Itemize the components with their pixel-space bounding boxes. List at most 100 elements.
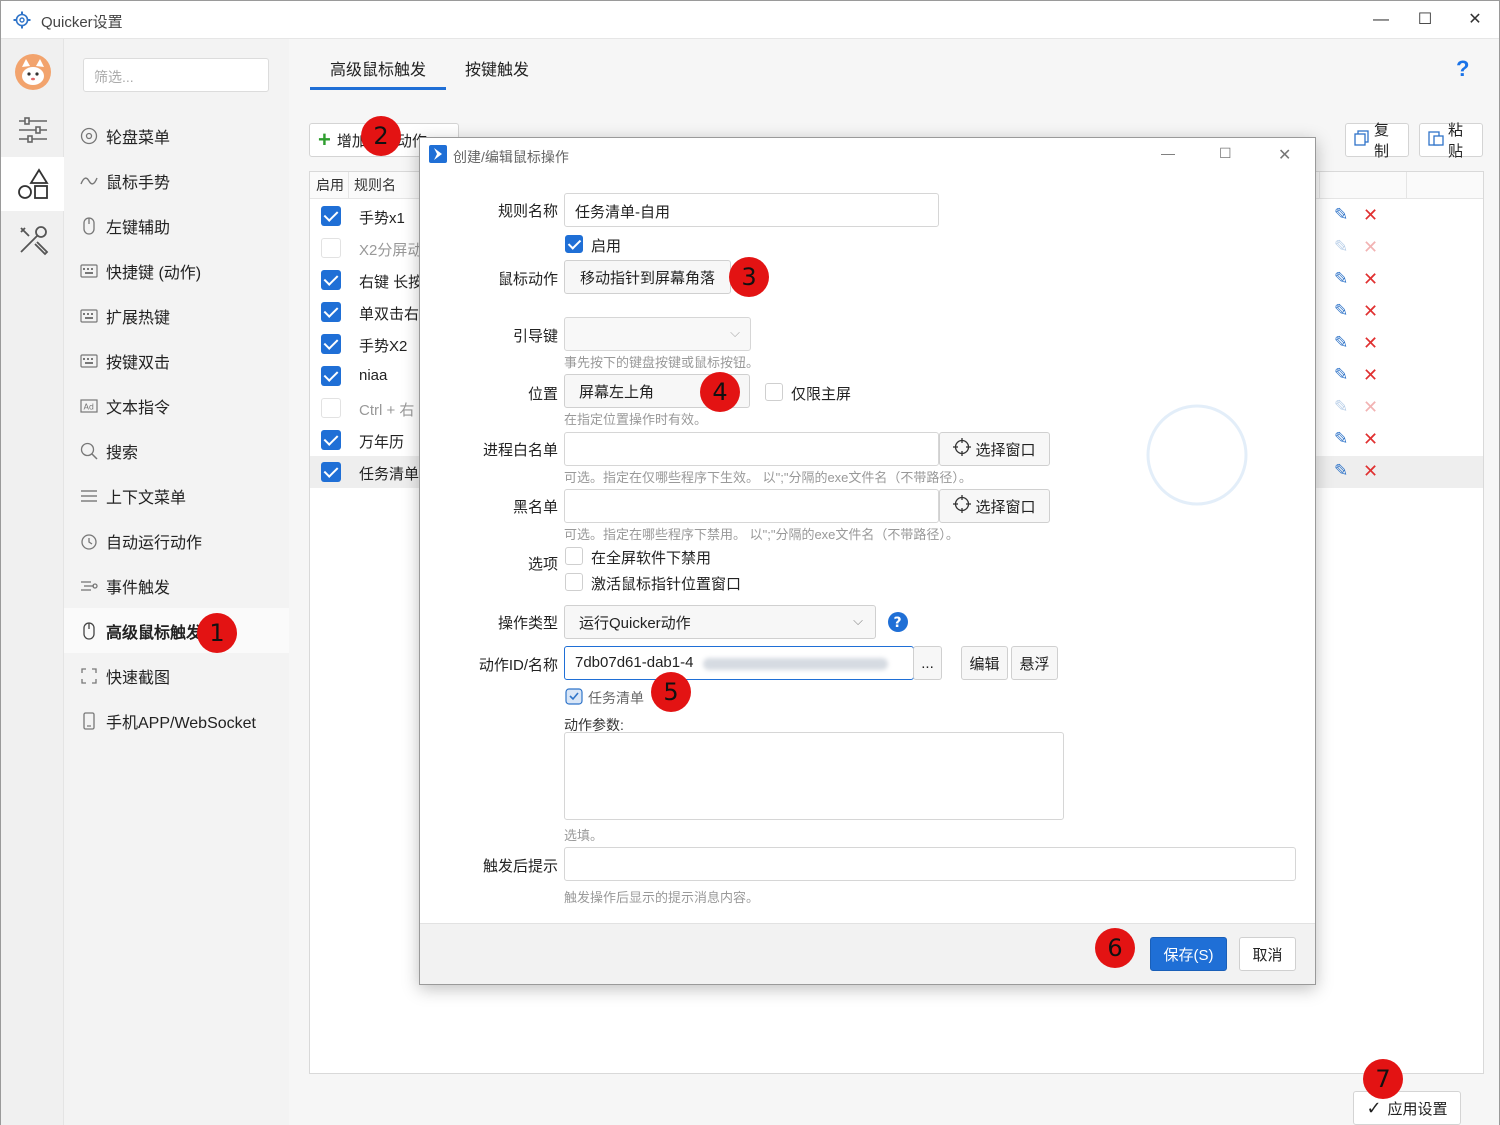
row-rule-name: 任务清单 bbox=[359, 466, 420, 483]
row-enabled-checkbox[interactable] bbox=[321, 430, 341, 450]
row-enabled-checkbox[interactable] bbox=[321, 366, 341, 386]
filter-input[interactable]: 筛选... bbox=[83, 58, 269, 92]
operation-type-label: 操作类型 bbox=[497, 615, 558, 632]
keyboard-icon bbox=[80, 262, 98, 280]
rule-name-field[interactable]: 任务清单-自用 bbox=[564, 193, 939, 227]
nav-item-label: 手机APP/WebSocket bbox=[106, 714, 256, 732]
edit-pencil-icon[interactable]: ✎ bbox=[1334, 461, 1348, 481]
nav-item-wheel-menu[interactable]: 轮盘菜单 bbox=[64, 113, 289, 158]
main-screen-only-checkbox[interactable] bbox=[765, 383, 783, 401]
tab-key-trigger[interactable]: 按键触发 bbox=[451, 59, 543, 91]
activate-window-checkbox[interactable] bbox=[565, 573, 583, 591]
loading-spinner bbox=[1146, 404, 1248, 510]
dialog-close-button[interactable]: ✕ bbox=[1278, 145, 1291, 165]
nav-item-left-click-assist[interactable]: 左键辅助 bbox=[64, 203, 289, 248]
shapes-icon[interactable] bbox=[1, 157, 64, 211]
trigger-tip-field[interactable] bbox=[564, 847, 1296, 881]
delete-icon[interactable]: ✕ bbox=[1363, 269, 1378, 290]
float-action-button[interactable]: 悬浮 bbox=[1011, 646, 1058, 680]
edit-pencil-icon[interactable]: ✎ bbox=[1334, 333, 1348, 353]
action-params-textarea[interactable] bbox=[564, 732, 1064, 820]
cancel-button[interactable]: 取消 bbox=[1239, 937, 1296, 971]
edit-pencil-icon[interactable]: ✎ bbox=[1334, 205, 1348, 225]
select-window-label: 选择窗口 bbox=[975, 441, 1036, 459]
edit-pencil-icon[interactable]: ✎ bbox=[1334, 269, 1348, 289]
icon-rail bbox=[1, 39, 64, 1125]
save-button[interactable]: 保存(S) bbox=[1150, 937, 1227, 971]
maximize-button[interactable]: ☐ bbox=[1402, 1, 1448, 39]
nav-item-context-menu[interactable]: 上下文菜单 bbox=[64, 473, 289, 518]
minimize-button[interactable]: — bbox=[1358, 1, 1404, 39]
edit-pencil-icon[interactable]: ✎ bbox=[1334, 237, 1348, 257]
row-enabled-checkbox[interactable] bbox=[321, 206, 341, 226]
dialog-maximize-button[interactable]: ☐ bbox=[1219, 145, 1232, 162]
mouse-action-selector[interactable]: 移动指针到屏幕角落 bbox=[564, 260, 731, 294]
row-rule-name: 手势x1 bbox=[359, 210, 405, 227]
blacklist-field[interactable] bbox=[564, 489, 939, 523]
delete-icon[interactable]: ✕ bbox=[1363, 365, 1378, 386]
paste-button[interactable]: 粘贴 bbox=[1419, 122, 1483, 160]
quicker-logo-icon bbox=[429, 145, 447, 167]
gesture-icon bbox=[80, 172, 98, 190]
apply-settings-button[interactable]: ✓ 应用设置 bbox=[1353, 1091, 1461, 1125]
help-icon[interactable]: ? bbox=[1456, 56, 1469, 82]
edit-action-button[interactable]: 编辑 bbox=[961, 646, 1008, 680]
sliders-icon[interactable] bbox=[1, 103, 64, 157]
close-button[interactable]: ✕ bbox=[1452, 1, 1498, 39]
delete-icon[interactable]: ✕ bbox=[1363, 237, 1378, 258]
nav-item-label: 自动运行动作 bbox=[106, 534, 203, 552]
blacklist-label: 黑名单 bbox=[512, 499, 558, 516]
row-enabled-checkbox[interactable] bbox=[321, 334, 341, 354]
row-enabled-checkbox[interactable] bbox=[321, 462, 341, 482]
nav-item-advanced-mouse-trigger[interactable]: 高级鼠标触发 bbox=[64, 608, 289, 653]
delete-icon[interactable]: ✕ bbox=[1363, 429, 1378, 450]
edit-pencil-icon[interactable]: ✎ bbox=[1334, 301, 1348, 321]
nav-item-quick-screenshot[interactable]: 快速截图 bbox=[64, 653, 289, 698]
delete-icon[interactable]: ✕ bbox=[1363, 461, 1378, 482]
clock-icon bbox=[80, 532, 98, 550]
row-enabled-checkbox[interactable] bbox=[321, 238, 341, 258]
select-window-label: 选择窗口 bbox=[975, 498, 1036, 516]
delete-icon[interactable]: ✕ bbox=[1363, 333, 1378, 354]
row-rule-name: X2分屏动 bbox=[359, 242, 423, 259]
avatar[interactable] bbox=[1, 45, 64, 99]
edit-pencil-icon[interactable]: ✎ bbox=[1334, 429, 1348, 449]
nav-item-mobile-websocket[interactable]: 手机APP/WebSocket bbox=[64, 698, 289, 743]
copy-button[interactable]: 复制 bbox=[1345, 122, 1409, 160]
action-id-field[interactable]: 7db07d61-dab1-4 bbox=[564, 646, 914, 680]
delete-icon[interactable]: ✕ bbox=[1363, 205, 1378, 226]
operation-type-dropdown[interactable]: 运行Quicker动作 ⌵ bbox=[564, 605, 876, 639]
nav-item-hotkey-action[interactable]: 快捷键 (动作) bbox=[64, 248, 289, 293]
disable-fullscreen-checkbox[interactable] bbox=[565, 547, 583, 565]
nav-item-text-command[interactable]: Ad 文本指令 bbox=[64, 383, 289, 428]
process-whitelist-field[interactable] bbox=[564, 432, 939, 466]
lead-key-dropdown[interactable]: ⌵ bbox=[564, 317, 751, 351]
action-id-label: 动作ID/名称 bbox=[478, 657, 558, 674]
nav-item-mouse-gesture[interactable]: 鼠标手势 bbox=[64, 158, 289, 203]
nav-item-event-trigger[interactable]: 事件触发 bbox=[64, 563, 289, 608]
nav-item-search[interactable]: 搜索 bbox=[64, 428, 289, 473]
window-title: Quicker设置 bbox=[41, 14, 123, 31]
whitelist-select-window-button[interactable]: 选择窗口 bbox=[939, 432, 1050, 466]
keyboard-icon bbox=[80, 307, 98, 325]
nav-item-extended-hotkey[interactable]: 扩展热键 bbox=[64, 293, 289, 338]
blacklist-select-window-button[interactable]: 选择窗口 bbox=[939, 489, 1050, 523]
row-enabled-checkbox[interactable] bbox=[321, 302, 341, 322]
row-enabled-checkbox[interactable] bbox=[321, 270, 341, 290]
svg-text:Ad: Ad bbox=[84, 402, 94, 411]
delete-icon[interactable]: ✕ bbox=[1363, 301, 1378, 322]
column-header-enabled: 启用 bbox=[316, 177, 344, 193]
tab-active-indicator bbox=[310, 87, 446, 90]
browse-action-button[interactable]: ... bbox=[913, 646, 942, 680]
row-enabled-checkbox[interactable] bbox=[321, 398, 341, 418]
column-divider bbox=[348, 172, 349, 199]
tools-icon[interactable] bbox=[1, 213, 64, 267]
help-icon[interactable]: ? bbox=[888, 612, 908, 636]
edit-pencil-icon[interactable]: ✎ bbox=[1334, 397, 1348, 417]
nav-item-double-key[interactable]: 按键双击 bbox=[64, 338, 289, 383]
delete-icon[interactable]: ✕ bbox=[1363, 397, 1378, 418]
edit-pencil-icon[interactable]: ✎ bbox=[1334, 365, 1348, 385]
nav-item-auto-run[interactable]: 自动运行动作 bbox=[64, 518, 289, 563]
dialog-minimize-button[interactable]: — bbox=[1161, 145, 1175, 161]
enabled-checkbox[interactable] bbox=[565, 235, 583, 253]
